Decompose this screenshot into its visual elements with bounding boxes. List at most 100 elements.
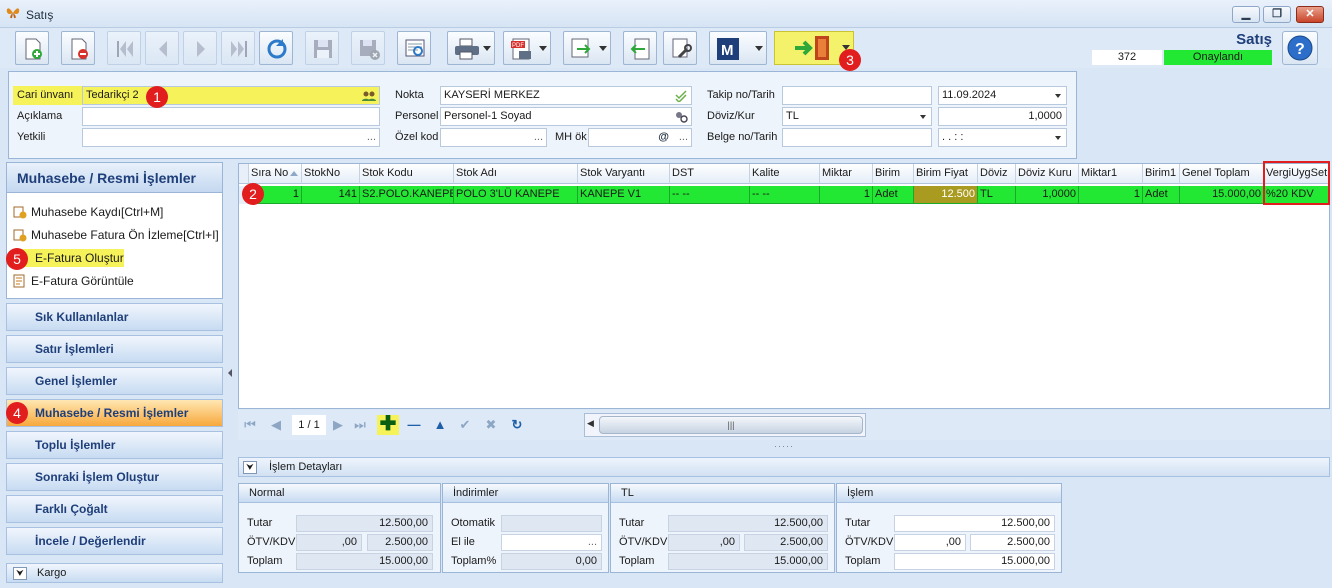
nokta-field[interactable]: KAYSERİ MERKEZ	[440, 86, 692, 105]
horizontal-scrollbar[interactable]: ◀ |||	[584, 413, 866, 437]
group-muhasebe-resmi[interactable]: Muhasebe / Resmi İşlemler	[6, 399, 223, 427]
col-genel-toplam[interactable]: Genel Toplam	[1180, 164, 1264, 184]
scroll-left-icon[interactable]: ◀	[587, 418, 594, 429]
ellipsis-icon[interactable]: ...	[534, 129, 543, 146]
group-kargo[interactable]: ⮟ Kargo	[6, 563, 223, 583]
el-ile-input[interactable]: ...	[501, 534, 602, 551]
col-miktar[interactable]: Miktar	[820, 164, 873, 184]
doviz-select[interactable]: TL	[782, 107, 932, 126]
person-search-icon[interactable]	[674, 111, 688, 123]
preview-button[interactable]	[397, 31, 431, 65]
group-sik-kullanilanlar[interactable]: Sık Kullanılanlar	[6, 303, 223, 331]
collapse-left-icon[interactable]	[226, 368, 234, 378]
group-satir-islemleri[interactable]: Satır İşlemleri	[6, 335, 223, 363]
group-sonraki-islem[interactable]: Sonraki İşlem Oluştur	[6, 463, 223, 491]
ellipsis-icon[interactable]: ...	[679, 129, 688, 146]
refresh-grid-icon[interactable]: ↻	[509, 417, 525, 433]
add-row-icon[interactable]: ✚	[377, 414, 399, 435]
table-cell[interactable]: 1	[1079, 186, 1143, 204]
aciklama-field[interactable]	[82, 107, 380, 126]
delete-button[interactable]	[61, 31, 95, 65]
group-toplu-islemler[interactable]: Toplu İşlemler	[6, 431, 223, 459]
ellipsis-icon[interactable]: ...	[367, 129, 376, 146]
next-record-button[interactable]	[183, 31, 217, 65]
table-cell[interactable]: -- --	[670, 186, 750, 204]
table-cell[interactable]: S2.POLO.KANEPE	[360, 186, 454, 204]
belge-field[interactable]	[782, 128, 932, 147]
previous-record-button[interactable]	[145, 31, 179, 65]
confirm-icon[interactable]: ✔	[457, 417, 473, 433]
restore-button[interactable]: ❐	[1263, 6, 1291, 23]
minimize-button[interactable]: ▁	[1232, 6, 1260, 23]
table-cell[interactable]: Adet	[873, 186, 914, 204]
table-cell-selected[interactable]: 12.500	[914, 186, 978, 204]
ozelkod-field[interactable]: ...	[440, 128, 547, 147]
last-record-button[interactable]	[221, 31, 255, 65]
group-farkli-cogalt[interactable]: Farklı Çoğalt	[6, 495, 223, 523]
help-button[interactable]: ?	[1282, 31, 1318, 65]
save-button[interactable]	[305, 31, 339, 65]
import-button[interactable]	[623, 31, 657, 65]
tutar-input[interactable]: 12.500,00	[894, 515, 1055, 532]
chevron-down-icon[interactable]: ⮟	[243, 461, 257, 474]
tools-button[interactable]	[663, 31, 697, 65]
new-button[interactable]	[15, 31, 49, 65]
otv-input[interactable]: ,00	[894, 534, 966, 551]
m-menu-button[interactable]: M	[709, 31, 767, 65]
save-close-button[interactable]	[351, 31, 385, 65]
first-page-icon[interactable]: ⏮	[242, 417, 258, 433]
next-page-icon[interactable]: ▶	[330, 417, 346, 433]
chevron-down-icon[interactable]	[920, 115, 926, 119]
previous-page-icon[interactable]: ◀	[268, 417, 284, 433]
double-check-icon[interactable]	[675, 90, 687, 102]
takip-date-field[interactable]: 11.09.2024	[938, 86, 1067, 105]
action-efatura-olustur[interactable]: E-Fatura Oluştur	[13, 249, 124, 267]
col-stok-no[interactable]: StokNo	[302, 164, 360, 184]
table-cell[interactable]: -- --	[750, 186, 820, 204]
at-icon[interactable]: @	[658, 129, 669, 146]
doviz-kur-field[interactable]: 1,0000	[938, 107, 1067, 126]
col-sira-no[interactable]: Sıra No	[249, 164, 302, 184]
table-cell[interactable]: 1	[820, 186, 873, 204]
col-birim-fiyat[interactable]: Birim Fiyat	[914, 164, 978, 184]
panel-splitter[interactable]	[226, 162, 234, 587]
col-doviz-kuru[interactable]: Döviz Kuru	[1016, 164, 1079, 184]
col-stok-adi[interactable]: Stok Adı	[454, 164, 578, 184]
refresh-button[interactable]	[259, 31, 293, 65]
remove-row-icon[interactable]: —	[406, 417, 422, 433]
pdf-button[interactable]: PDF	[503, 31, 551, 65]
action-fatura-on-izleme[interactable]: Muhasebe Fatura Ön İzleme[Ctrl+I]	[13, 226, 219, 244]
col-miktar1[interactable]: Miktar1	[1079, 164, 1143, 184]
chevron-down-icon[interactable]: ⮟	[13, 567, 27, 580]
col-kalite[interactable]: Kalite	[750, 164, 820, 184]
col-birim1[interactable]: Birim1	[1143, 164, 1180, 184]
toplam-input[interactable]: 15.000,00	[894, 553, 1055, 570]
table-cell[interactable]: TL	[978, 186, 1016, 204]
table-cell[interactable]: KANEPE V1	[578, 186, 670, 204]
chevron-down-icon[interactable]	[1055, 94, 1061, 98]
col-stok-kodu[interactable]: Stok Kodu	[360, 164, 454, 184]
mhok-field[interactable]: @ ...	[588, 128, 692, 147]
personel-field[interactable]: Personel-1 Soyad	[440, 107, 692, 126]
group-genel-islemler[interactable]: Genel İşlemler	[6, 367, 223, 395]
takip-field[interactable]	[782, 86, 932, 105]
group-incele-degerlendir[interactable]: İncele / Değerlendir	[6, 527, 223, 555]
table-cell[interactable]: 15.000,00	[1180, 186, 1264, 204]
table-cell[interactable]: Adet	[1143, 186, 1180, 204]
cancel-icon[interactable]: ✖	[483, 417, 499, 433]
details-header-bar[interactable]: ⮟ İşlem Detayları	[238, 457, 1330, 477]
people-icon[interactable]	[362, 90, 376, 102]
col-dst[interactable]: DST	[670, 164, 750, 184]
last-page-icon[interactable]: ⏭	[352, 417, 368, 433]
resize-grip[interactable]: ·····	[238, 441, 1330, 455]
belge-date-field[interactable]: . . : :	[938, 128, 1067, 147]
col-stok-varyanti[interactable]: Stok Varyantı	[578, 164, 670, 184]
scroll-thumb[interactable]: |||	[599, 416, 863, 434]
first-record-button[interactable]	[107, 31, 141, 65]
yetkili-field[interactable]: ...	[82, 128, 380, 147]
export-button[interactable]	[563, 31, 611, 65]
col-birim[interactable]: Birim	[873, 164, 914, 184]
kdv-input[interactable]: 2.500,00	[970, 534, 1055, 551]
chevron-down-icon[interactable]	[1055, 136, 1061, 140]
table-cell[interactable]: POLO 3'LÜ KANEPE	[454, 186, 578, 204]
